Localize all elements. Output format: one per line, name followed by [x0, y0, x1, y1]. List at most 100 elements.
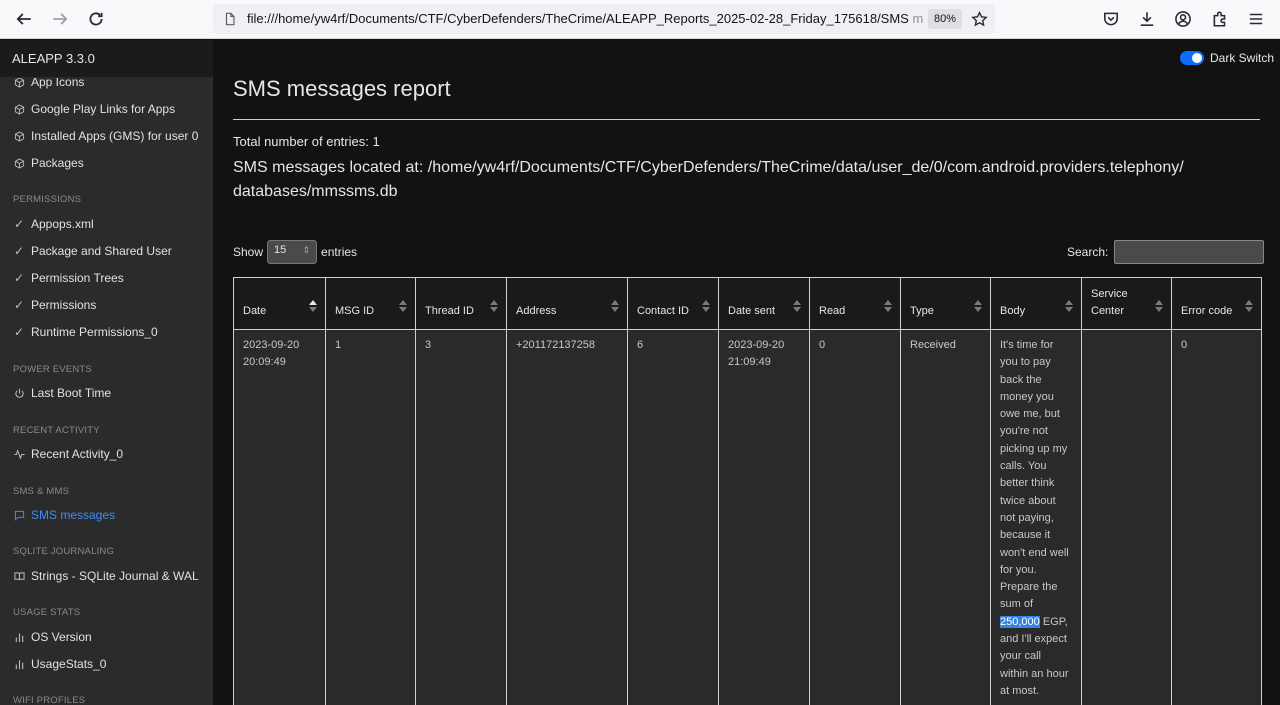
bar-chart-icon: [13, 631, 25, 643]
sort-icon: [309, 300, 317, 314]
url-bar[interactable]: file:///home/yw4rf/Documents/CTF/CyberDe…: [213, 4, 995, 34]
package-icon: [13, 78, 25, 88]
cell-body: It's time for you to pay back the money …: [990, 328, 1082, 705]
cell-read: 0: [809, 328, 901, 705]
pocket-icon[interactable]: [1093, 1, 1129, 37]
url-text: file:///home/yw4rf/Documents/CTF/CyberDe…: [247, 11, 924, 26]
column-header-type[interactable]: Type: [900, 277, 991, 330]
sidebar-item-packages[interactable]: Packages: [13, 156, 84, 170]
sort-icon: [884, 300, 892, 314]
sort-icon: [974, 300, 982, 314]
main-content: SMS messages report Total number of entr…: [213, 78, 1280, 705]
sidebar-heading-recent-activity: RECENT ACTIVITY: [13, 425, 100, 436]
sort-icon: [611, 300, 619, 314]
package-icon: [13, 157, 25, 169]
sidebar-heading-sms-mms: SMS & MMS: [13, 486, 70, 497]
sort-icon: [793, 300, 801, 314]
message-square-icon: [13, 509, 25, 521]
sidebar-item-runtime-permissions[interactable]: ✓ Runtime Permissions_0: [13, 325, 158, 339]
column-header-address[interactable]: Address: [506, 277, 628, 330]
entries-length-control: Show 15 entries: [233, 240, 357, 264]
column-header-body[interactable]: Body: [990, 277, 1082, 330]
reload-icon[interactable]: [78, 1, 114, 37]
column-header-msg-id[interactable]: MSG ID: [325, 277, 416, 330]
sidebar-item-installed-apps[interactable]: Installed Apps (GMS) for user 0: [13, 129, 198, 143]
package-icon: [13, 130, 25, 142]
source-location: SMS messages located at: /home/yw4rf/Doc…: [233, 159, 1184, 200]
dark-switch-label: Dark Switch: [1209, 51, 1274, 65]
power-icon: [13, 387, 25, 399]
app-brand[interactable]: ALEAPP 3.3.0: [0, 40, 213, 78]
column-header-date[interactable]: Date: [233, 277, 326, 330]
activity-icon: [13, 448, 25, 460]
download-icon[interactable]: [1129, 1, 1165, 37]
dark-switch-toggle[interactable]: [1179, 51, 1204, 65]
sidebar-item-strings-sqlite[interactable]: Strings - SQLite Journal & WAL: [13, 569, 199, 583]
browser-toolbar: file:///home/yw4rf/Documents/CTF/CyberDe…: [0, 0, 1280, 39]
sidebar-item-google-play-links[interactable]: Google Play Links for Apps: [13, 102, 175, 116]
sidebar-item-appops[interactable]: ✓ Appops.xml: [13, 217, 94, 231]
cell-contact-id: 6: [627, 328, 719, 705]
sidebar-item-last-boot-time[interactable]: Last Boot Time: [13, 386, 111, 400]
sidebar-item-usagestats[interactable]: UsageStats_0: [13, 657, 106, 671]
column-header-service-center[interactable]: Service Center: [1081, 277, 1172, 330]
sidebar-item-sms-messages[interactable]: SMS messages: [13, 508, 115, 522]
account-icon[interactable]: [1165, 1, 1201, 37]
forward-arrow-icon[interactable]: [42, 1, 78, 37]
sort-icon: [702, 300, 710, 314]
sidebar-item-permissions[interactable]: ✓ Permissions: [13, 298, 96, 312]
extensions-icon[interactable]: [1202, 1, 1238, 37]
cell-address: +201172137258: [506, 328, 628, 705]
sms-table: Date MSG ID Thread ID Address Contact ID…: [233, 277, 1262, 705]
check-icon: ✓: [13, 298, 25, 312]
sidebar-heading-permissions: PERMISSIONS: [13, 194, 82, 205]
check-icon: ✓: [13, 217, 25, 231]
sort-icon: [1155, 300, 1163, 314]
total-entries: Total number of entries: 1: [233, 134, 380, 149]
column-header-error-code[interactable]: Error code: [1171, 277, 1262, 330]
page-icon: [221, 10, 239, 28]
sort-icon: [1065, 300, 1073, 314]
column-header-thread-id[interactable]: Thread ID: [415, 277, 507, 330]
table-row: 2023-09-20 20:09:49 1 3 +201172137258 6 …: [233, 328, 1262, 705]
page-title: SMS messages report: [233, 78, 451, 101]
menu-icon[interactable]: [1238, 1, 1274, 37]
check-icon: ✓: [13, 271, 25, 285]
dark-switch[interactable]: Dark Switch: [1179, 51, 1274, 65]
bookmark-star-icon[interactable]: [967, 7, 991, 31]
check-icon: ✓: [13, 244, 25, 258]
table-search: Search:: [1067, 240, 1265, 264]
sidebar-item-recent-activity[interactable]: Recent Activity_0: [13, 447, 123, 461]
zoom-level-badge[interactable]: 80%: [928, 9, 963, 29]
cell-error-code: 0: [1171, 328, 1262, 705]
cell-date-sent: 2023-09-20 21:09:49: [718, 328, 810, 705]
sidebar-heading-usage-stats: USAGE STATS: [13, 607, 81, 618]
search-label: Search:: [1067, 245, 1109, 259]
search-input[interactable]: [1114, 240, 1265, 264]
sort-icon: [490, 300, 498, 314]
sidebar-item-app-icons[interactable]: App Icons: [13, 78, 84, 89]
sidebar-item-os-version[interactable]: OS Version: [13, 630, 92, 644]
sidebar-item-package-shared-user[interactable]: ✓ Package and Shared User: [13, 244, 172, 258]
bar-chart-icon: [13, 658, 25, 670]
cell-thread-id: 3: [415, 328, 507, 705]
sort-icon: [399, 300, 407, 314]
cell-msg-id: 1: [325, 328, 416, 705]
back-arrow-icon[interactable]: [6, 1, 42, 37]
column-header-date-sent[interactable]: Date sent: [718, 277, 810, 330]
app-header: ALEAPP 3.3.0 Dark Switch: [0, 40, 1280, 78]
sidebar-heading-wifi-profiles: WIFI PROFILES: [13, 695, 86, 705]
sort-icon: [1245, 300, 1253, 314]
cell-service-center: [1081, 328, 1172, 705]
cell-date: 2023-09-20 20:09:49: [233, 328, 326, 705]
column-header-read[interactable]: Read: [809, 277, 901, 330]
book-open-icon: [13, 570, 25, 582]
entries-per-page-select[interactable]: 15: [267, 240, 318, 264]
sidebar: App Icons Google Play Links for Apps Ins…: [0, 78, 213, 705]
cell-type: Received: [900, 328, 991, 705]
package-icon: [13, 103, 25, 115]
column-header-contact-id[interactable]: Contact ID: [627, 277, 719, 330]
title-divider: [233, 119, 1260, 120]
check-icon: ✓: [13, 325, 25, 339]
sidebar-item-permission-trees[interactable]: ✓ Permission Trees: [13, 271, 124, 285]
